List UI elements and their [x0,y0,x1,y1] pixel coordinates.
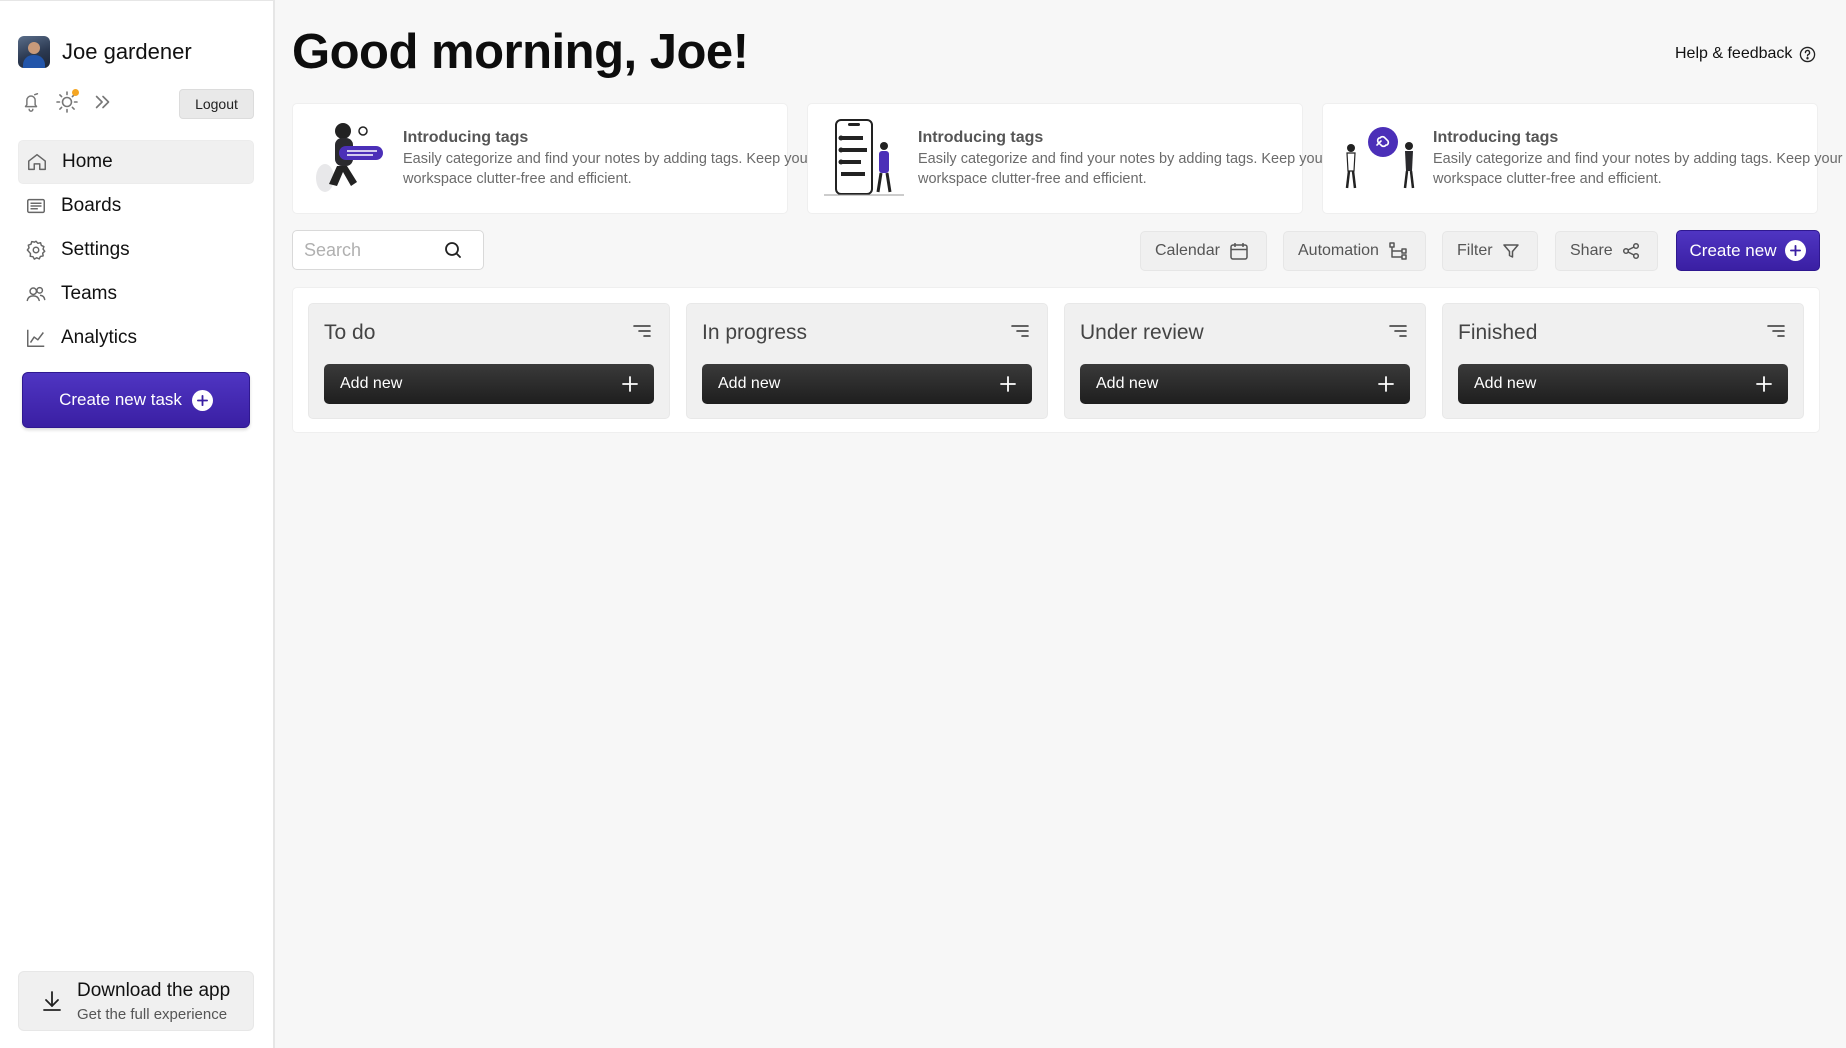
add-new-task-button[interactable]: Add new [1458,364,1788,404]
sidebar-item-boards[interactable]: Boards [18,184,254,228]
create-new-button[interactable]: Create new [1676,230,1820,271]
download-title: Download the app [77,979,231,1001]
sidebar-item-label: Boards [61,195,122,216]
card-title: Introducing tags [403,128,529,146]
kanban-board: To do Add new In progress Add new Under … [292,287,1820,433]
search-field[interactable] [292,230,484,270]
help-feedback-link[interactable]: Help & feedback [1675,45,1816,63]
filter-button[interactable]: Filter [1442,231,1538,271]
download-subtitle: Get the full experience [77,1005,228,1023]
sidebar-item-analytics[interactable]: Analytics [18,316,254,360]
calendar-icon [1230,243,1248,260]
sidebar: Joe gardener Logout Home Boards Settings… [0,0,275,1048]
automation-icon [1389,242,1407,260]
phone-checklist-illustration [824,118,904,195]
search-input[interactable] [304,239,444,261]
add-new-label: Add new [1474,375,1537,392]
page-title: Good morning, Joe! [292,25,749,79]
calendar-button[interactable]: Calendar [1140,231,1267,271]
logout-button[interactable]: Logout [179,89,254,119]
sidebar-item-teams[interactable]: Teams [18,272,254,316]
add-new-label: Add new [718,375,781,392]
help-question-icon [1800,46,1816,62]
notification-bell-icon[interactable] [18,89,44,115]
card-description: Easily categorize and find your notes by… [403,150,813,187]
board-column-in-progress: In progress Add new [686,303,1048,419]
person-with-tag-illustration [316,122,383,192]
card-description: Easily categorize and find your notes by… [1433,150,1843,187]
column-sort-menu-icon[interactable] [1767,324,1785,338]
notification-dot [72,89,79,96]
plus-icon [622,376,638,392]
user-profile[interactable]: Joe gardener [18,36,192,68]
announcement-cards: Introducing tags Easily categorize and f… [292,103,1842,214]
settings-icon [26,240,46,260]
download-app-button[interactable]: Download the app Get the full experience [18,971,254,1031]
automation-button[interactable]: Automation [1283,231,1426,271]
add-new-task-button[interactable]: Add new [702,364,1032,404]
plus-icon [1000,376,1016,392]
help-feedback-label: Help & feedback [1675,45,1793,62]
sidebar-item-label: Teams [61,283,117,304]
home-icon [28,153,46,171]
plus-icon [1378,376,1394,392]
filter-icon [1502,244,1519,258]
people-link-illustration [1345,126,1415,188]
automation-label: Automation [1298,242,1379,259]
theme-toggle-sun-icon[interactable] [54,89,80,115]
column-sort-menu-icon[interactable] [1389,324,1407,338]
sidebar-item-label: Home [62,151,113,172]
boards-icon [27,198,45,214]
avatar [18,36,50,68]
card-description: Easily categorize and find your notes by… [918,150,1328,187]
plus-circle-icon [1785,240,1807,261]
create-new-label: Create new [1689,240,1777,260]
plus-circle-icon [191,389,213,411]
column-sort-menu-icon[interactable] [1011,324,1029,338]
column-title: In progress [702,321,808,344]
analytics-icon [27,329,45,347]
create-new-task-button[interactable]: Create new task [22,372,250,428]
board-column-finished: Finished Add new [1442,303,1804,419]
calendar-label: Calendar [1155,242,1220,259]
column-title: Under review [1080,321,1204,344]
announcement-card[interactable]: Introducing tags Easily categorize and f… [807,103,1327,214]
column-sort-menu-icon[interactable] [633,324,651,338]
teams-icon [26,286,46,302]
board-column-under-review: Under review Add new [1064,303,1426,419]
share-label: Share [1570,242,1613,259]
download-icon [43,991,61,1011]
announcement-card[interactable]: Introducing tags Easily categorize and f… [292,103,812,214]
search-icon [445,242,461,258]
add-new-label: Add new [1096,375,1159,392]
sidebar-item-settings[interactable]: Settings [18,228,254,272]
board-column-to-do: To do Add new [308,303,670,419]
add-new-label: Add new [340,375,403,392]
add-new-task-button[interactable]: Add new [1080,364,1410,404]
sidebar-item-label: Analytics [61,327,138,348]
collapse-sidebar-chevrons-icon[interactable] [90,89,116,115]
announcement-card[interactable]: Introducing tags Easily categorize and f… [1322,103,1842,214]
filter-label: Filter [1457,242,1493,259]
column-title: Finished [1458,321,1538,344]
user-name: Joe gardener [62,39,192,64]
sidebar-item-home[interactable]: Home [18,140,254,184]
sidebar-item-label: Settings [61,239,130,260]
card-title: Introducing tags [918,128,1044,146]
column-title: To do [324,321,376,344]
add-new-task-button[interactable]: Add new [324,364,654,404]
create-new-task-label: Create new task [59,390,182,409]
plus-icon [1756,376,1772,392]
share-button[interactable]: Share [1555,231,1658,271]
sidebar-nav: Home Boards Settings Teams Analytics [18,140,254,360]
share-icon [1622,242,1639,260]
utility-icons [18,89,116,115]
card-title: Introducing tags [1433,128,1559,146]
